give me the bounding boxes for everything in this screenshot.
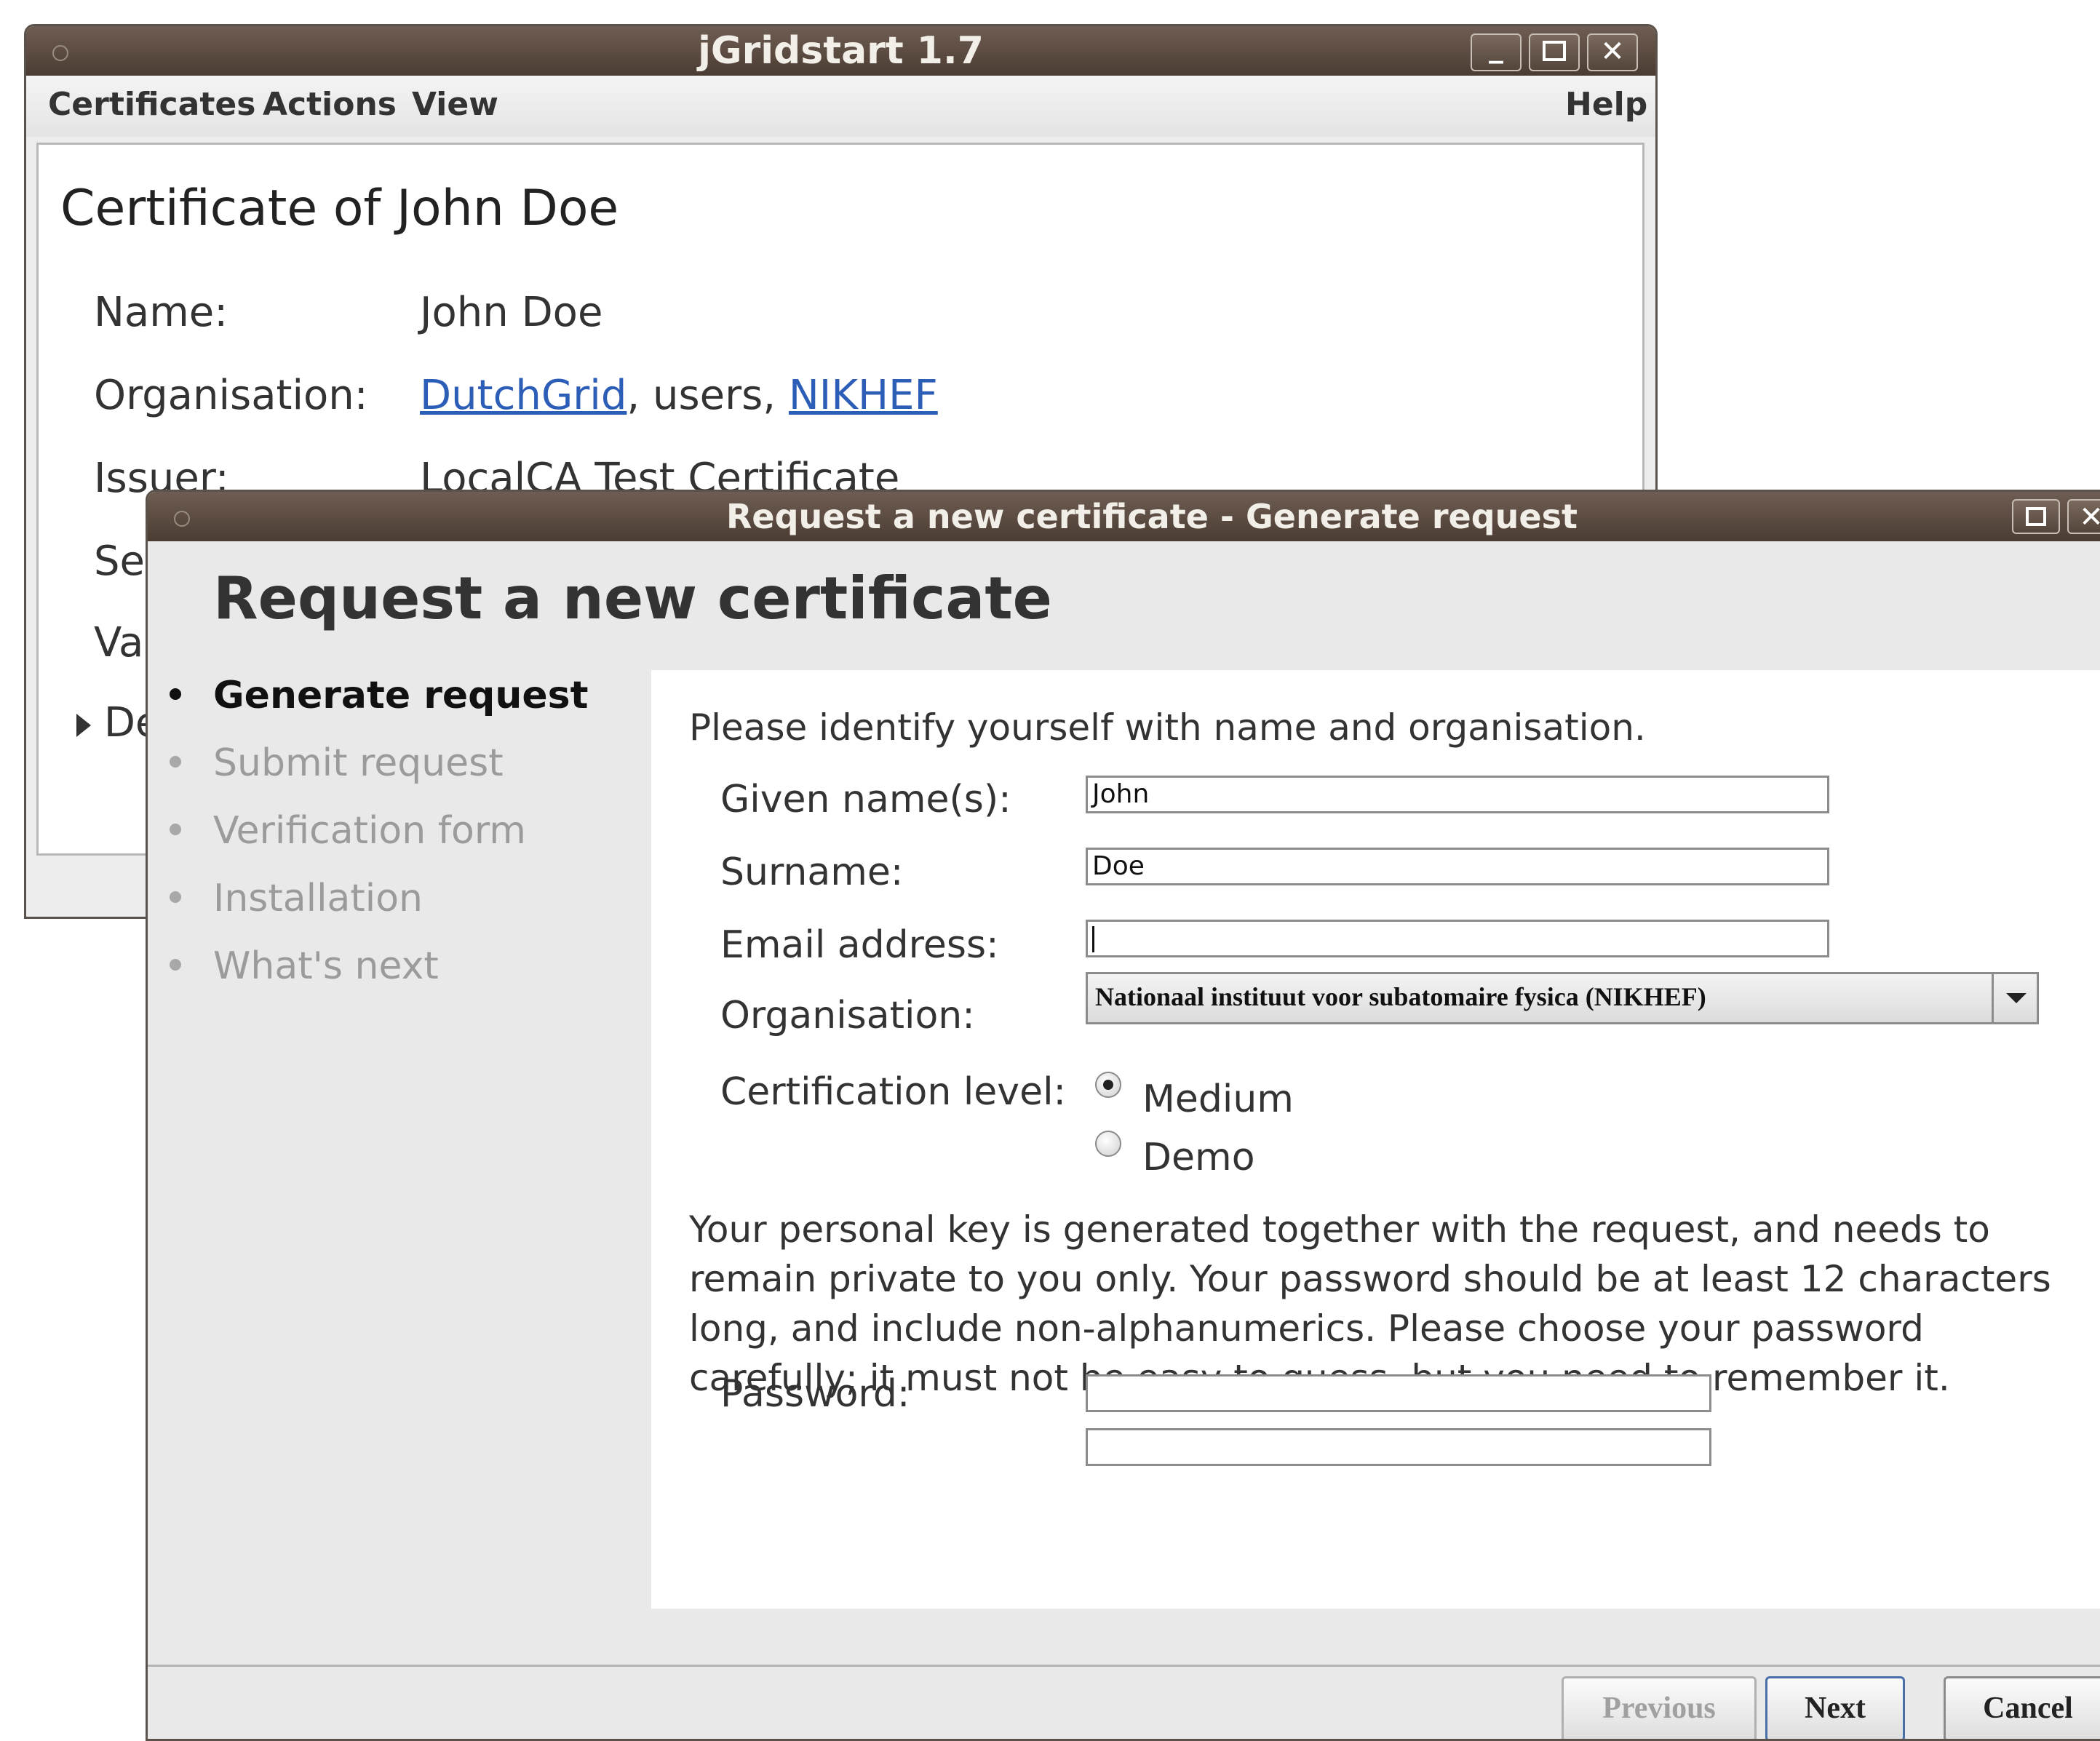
email-field[interactable]	[1086, 920, 1829, 957]
close-icon[interactable]: ✕	[1587, 33, 1638, 71]
given-name-label: Given name(s):	[720, 778, 1011, 821]
given-name-field[interactable]: John	[1086, 776, 1829, 813]
password-field[interactable]	[1086, 1374, 1711, 1412]
organisation-select[interactable]: Nationaal instituut voor subatomaire fys…	[1086, 972, 2039, 1024]
surname-label: Surname:	[720, 850, 904, 894]
step-bullet-icon	[170, 688, 181, 700]
organisation-label: Organisation:	[720, 994, 975, 1037]
request-form: Please identify yourself with name and o…	[651, 670, 2100, 1609]
dialog-title: Request a new certificate - Generate req…	[726, 497, 1578, 536]
menu-certificates[interactable]: Certificates	[48, 86, 255, 123]
step-label: Submit request	[213, 741, 504, 785]
radio-medium[interactable]	[1095, 1072, 1121, 1098]
expand-triangle-icon	[76, 713, 91, 737]
organisation-selected-value: Nationaal instituut voor subatomaire fys…	[1095, 982, 1706, 1011]
main-titlebar[interactable]: jGridstart 1.7 _ ✕	[26, 26, 1655, 76]
dialog-titlebar[interactable]: Request a new certificate - Generate req…	[148, 492, 2100, 541]
dialog-window-menu-icon[interactable]	[174, 511, 190, 527]
dialog-heading: Request a new certificate	[213, 565, 1052, 632]
request-certificate-dialog: Request a new certificate - Generate req…	[146, 490, 2100, 1741]
certificate-heading: Certificate of John Doe	[60, 180, 619, 237]
step-label: Generate request	[213, 674, 589, 717]
certification-level-label: Certification level:	[720, 1070, 1067, 1114]
dutchgrid-link[interactable]: DutchGrid	[420, 372, 627, 419]
step-bullet-icon	[170, 891, 181, 903]
next-button[interactable]: Next	[1765, 1676, 1905, 1739]
radio-demo-label[interactable]: Demo	[1142, 1136, 1255, 1179]
password-confirm-field[interactable]	[1086, 1428, 1711, 1466]
previous-button[interactable]: Previous	[1562, 1676, 1757, 1739]
surname-field[interactable]: Doe	[1086, 848, 1829, 885]
organisation-label: Organisation:	[94, 372, 368, 419]
menubar: Certificates Actions View Help	[26, 76, 1655, 137]
dialog-maximize-icon[interactable]	[2012, 499, 2060, 534]
intro-text: Please identify yourself with name and o…	[689, 706, 1646, 749]
footer-separator	[148, 1665, 2100, 1667]
menu-help[interactable]: Help	[1565, 86, 1647, 123]
menu-view[interactable]: View	[412, 86, 498, 123]
step-label: What's next	[213, 944, 439, 988]
name-label: Name:	[94, 289, 228, 336]
main-window-title: jGridstart 1.7	[698, 29, 984, 73]
password-label: Password:	[720, 1372, 910, 1416]
window-menu-icon[interactable]	[52, 45, 68, 61]
step-bullet-icon	[170, 824, 181, 835]
email-label: Email address:	[720, 923, 999, 967]
validity-label-partial: Va	[94, 619, 144, 666]
step-bullet-icon	[170, 959, 181, 971]
chevron-down-icon[interactable]	[1992, 974, 2037, 1022]
step-label: Installation	[213, 877, 423, 920]
text-caret	[1092, 926, 1094, 952]
name-value: John Doe	[420, 289, 603, 336]
radio-demo[interactable]	[1095, 1131, 1121, 1157]
step-bullet-icon	[170, 756, 181, 768]
maximize-icon[interactable]	[1529, 33, 1580, 71]
step-label: Verification form	[213, 809, 526, 853]
minimize-icon[interactable]: _	[1471, 31, 1522, 71]
organisation-separator: , users,	[627, 372, 789, 419]
nikhef-link[interactable]: NIKHEF	[789, 372, 938, 419]
menu-actions[interactable]: Actions	[263, 86, 397, 123]
dialog-close-icon[interactable]: ✕	[2067, 499, 2100, 534]
organisation-value: DutchGrid, users, NIKHEF	[420, 372, 938, 419]
cancel-button[interactable]: Cancel	[1944, 1676, 2100, 1739]
serial-label-partial: Se	[94, 538, 145, 585]
radio-medium-label[interactable]: Medium	[1142, 1077, 1294, 1121]
